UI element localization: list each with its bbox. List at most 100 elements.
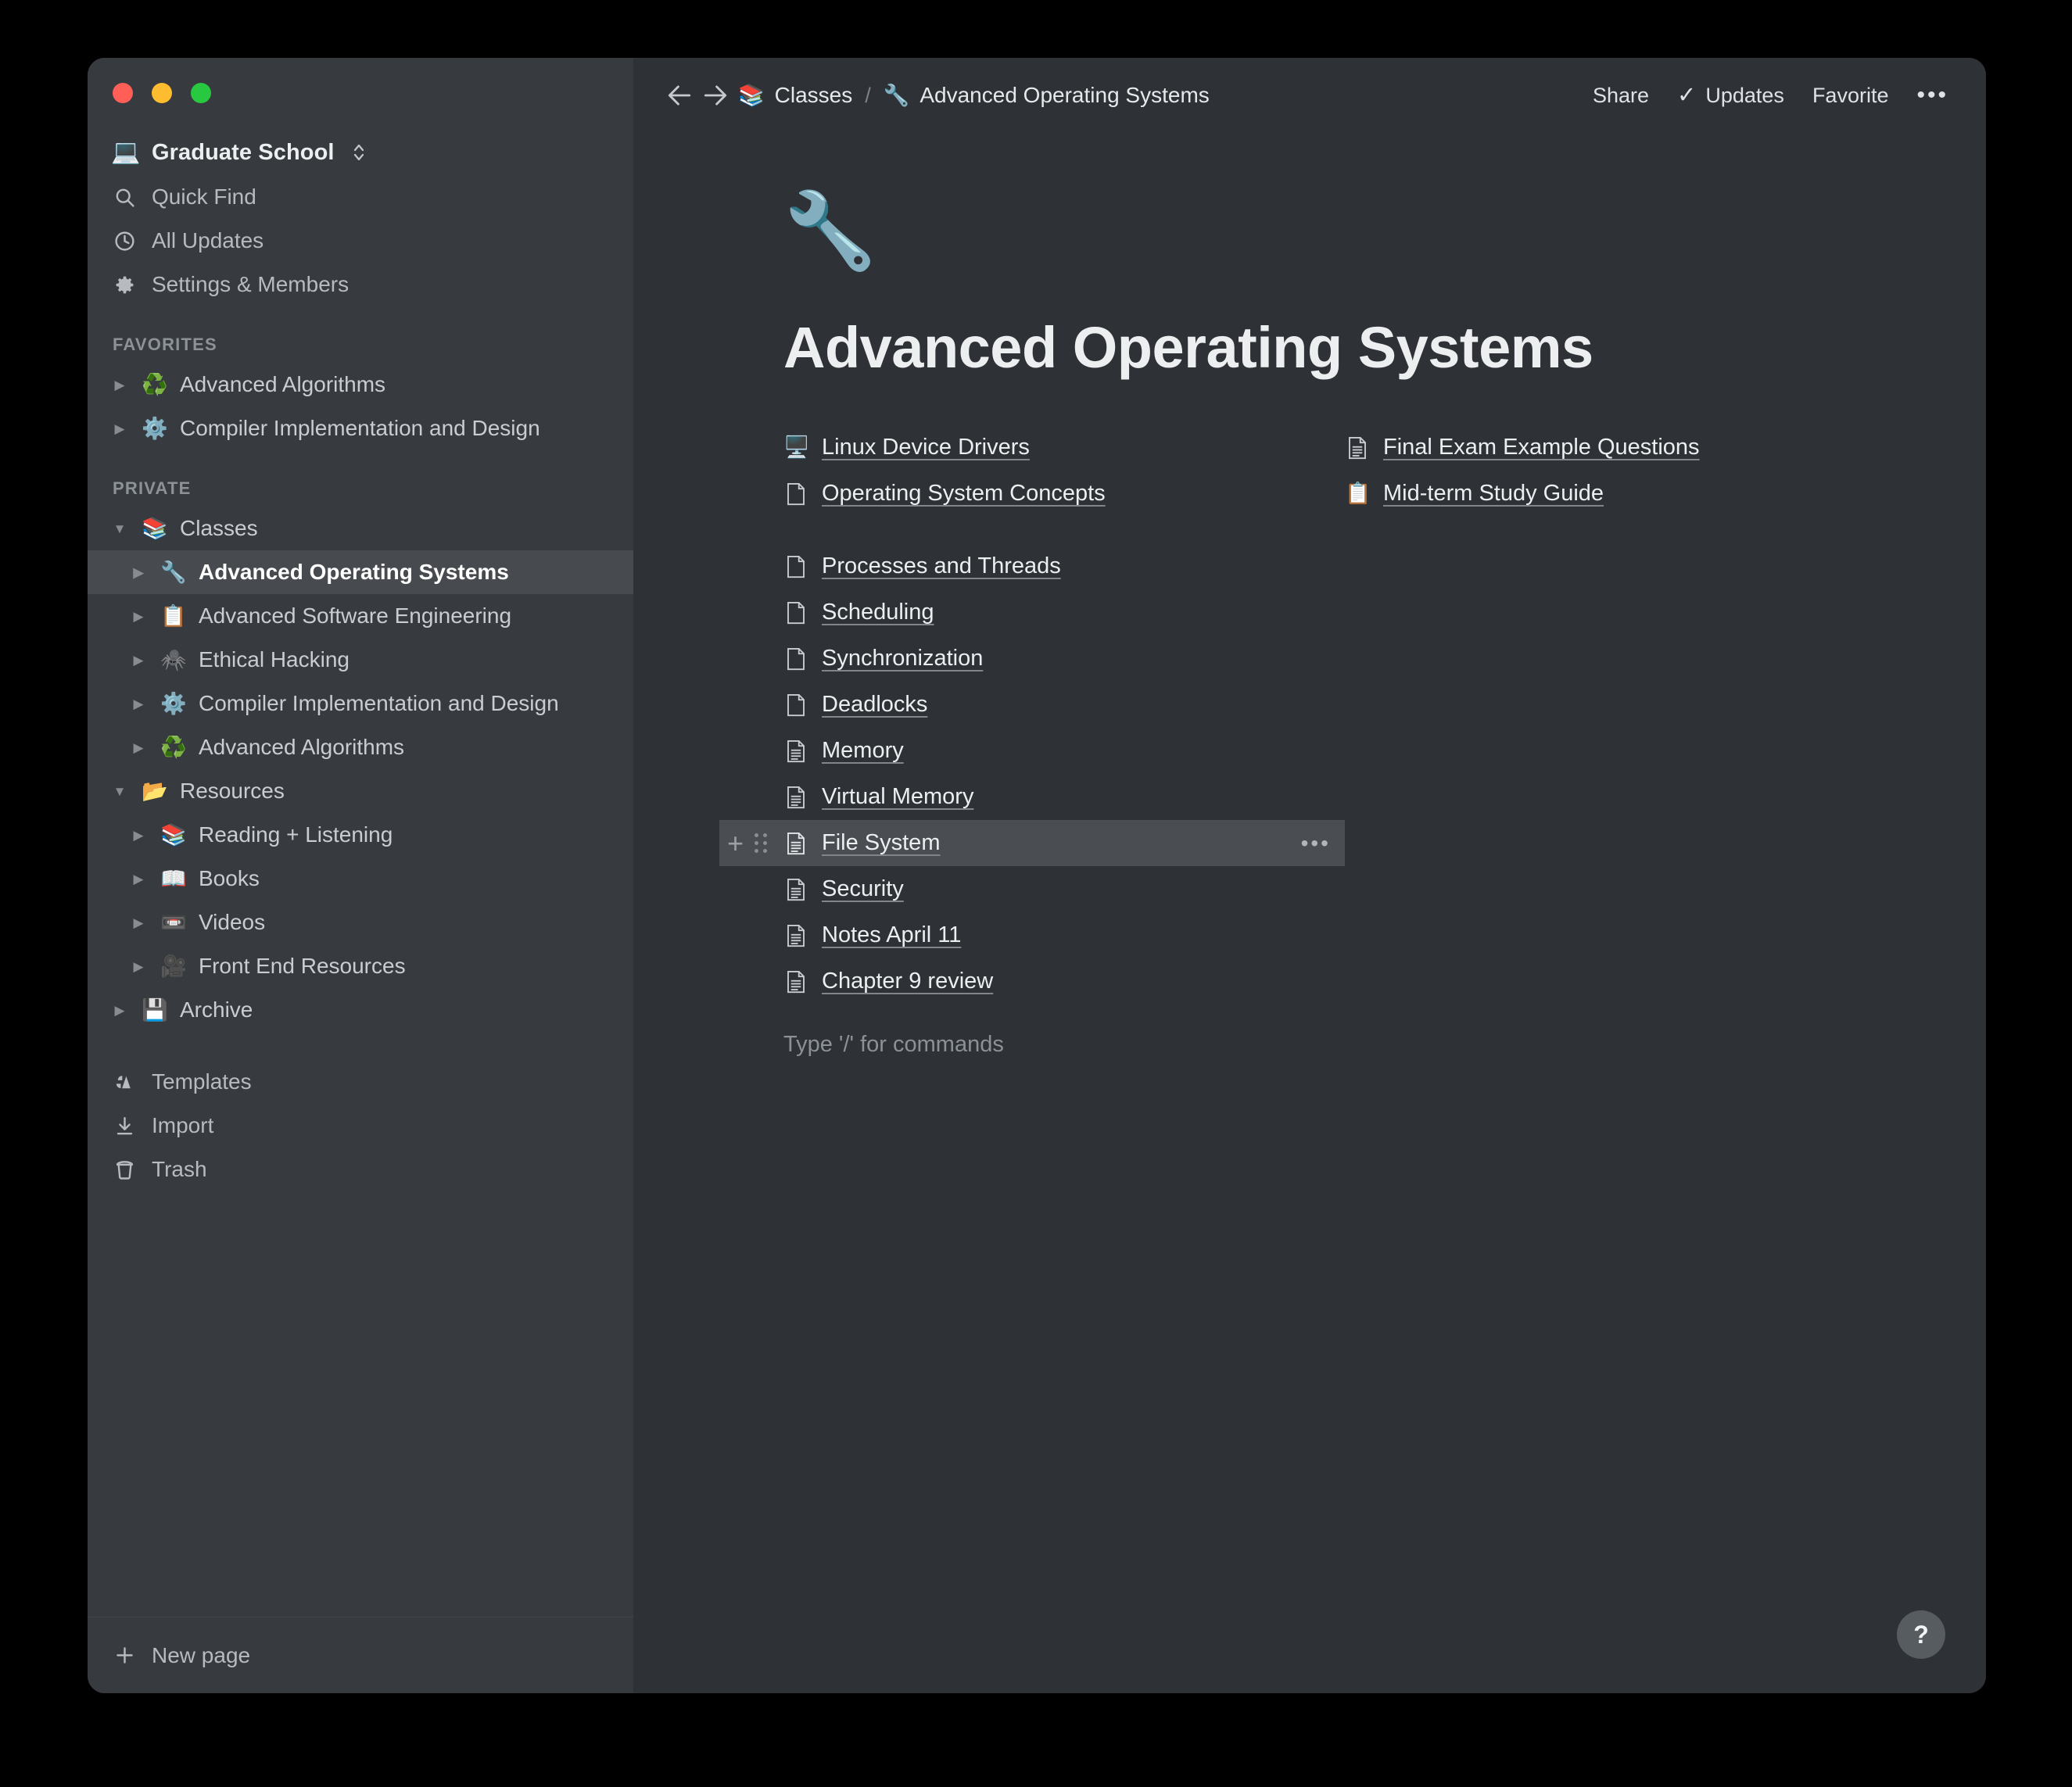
sidebar-item-import[interactable]: Import bbox=[88, 1104, 633, 1148]
chevron-right-icon[interactable]: ▶ bbox=[128, 872, 149, 886]
ellipsis-icon[interactable]: ••• bbox=[1301, 831, 1345, 856]
page-link-label: File System bbox=[822, 830, 941, 855]
page-lined-icon bbox=[783, 832, 808, 855]
sidebar-item-label: Import bbox=[152, 1113, 214, 1137]
chevron-down-icon[interactable]: ▼ bbox=[109, 785, 130, 798]
page-link-synchronization[interactable]: Synchronization bbox=[783, 636, 1345, 682]
sidebar-item-ethical-hacking[interactable]: ▶ 🕷️ Ethical Hacking bbox=[88, 638, 633, 682]
share-button[interactable]: Share bbox=[1593, 84, 1649, 108]
books-icon: 📚 bbox=[160, 822, 187, 847]
spacer-row bbox=[783, 517, 1345, 543]
sidebar-item-compiler-implementation-and-design[interactable]: ▶ ⚙️ Compiler Implementation and Design bbox=[88, 682, 633, 725]
page-lined-icon bbox=[783, 924, 808, 947]
workspace-switcher[interactable]: 💻 Graduate School bbox=[88, 130, 633, 175]
page-link-file-system[interactable]: File System ••• bbox=[719, 820, 1345, 866]
drag-handle-icon[interactable] bbox=[755, 833, 768, 853]
arrow-right-icon[interactable] bbox=[697, 77, 733, 113]
page-link-linux-device-drivers[interactable]: 🖥️ Linux Device Drivers bbox=[783, 424, 1345, 471]
chevron-right-icon[interactable]: ▶ bbox=[109, 378, 130, 392]
sidebar-item-quick-find[interactable]: Quick Find bbox=[88, 175, 633, 219]
page-link-label: Security bbox=[822, 876, 904, 901]
chevron-right-icon[interactable]: ▶ bbox=[128, 654, 149, 667]
help-button[interactable]: ? bbox=[1897, 1610, 1945, 1659]
gear-emoji-icon: ⚙️ bbox=[160, 691, 187, 715]
sidebar-item-all-updates[interactable]: All Updates bbox=[88, 219, 633, 263]
chevron-right-icon[interactable]: ▶ bbox=[128, 566, 149, 579]
sidebar-item-label: Advanced Software Engineering bbox=[199, 603, 512, 628]
sidebar-favorite-advanced-algorithms[interactable]: ▶ ♻️ Advanced Algorithms bbox=[88, 363, 633, 406]
page-link-mid-term-study-guide[interactable]: 📋 Mid-term Study Guide bbox=[1345, 471, 1845, 517]
trash-icon bbox=[111, 1156, 138, 1183]
new-page-button[interactable]: New page bbox=[88, 1617, 633, 1693]
breadcrumb-classes[interactable]: 📚 Classes bbox=[738, 83, 852, 108]
wrench-icon[interactable]: 🔧 bbox=[783, 194, 1845, 269]
clipboard-icon: 📋 bbox=[160, 603, 187, 628]
sidebar-item-label: Templates bbox=[152, 1069, 252, 1094]
page-link-scheduling[interactable]: Scheduling bbox=[783, 589, 1345, 636]
page-link-deadlocks[interactable]: Deadlocks bbox=[783, 682, 1345, 728]
sidebar-item-templates[interactable]: Templates bbox=[88, 1060, 633, 1104]
chevron-right-icon[interactable]: ▶ bbox=[109, 422, 130, 435]
editor-placeholder[interactable]: Type '/' for commands bbox=[783, 1025, 1345, 1064]
page-body: 🔧 Advanced Operating Systems 🖥️ Linux De… bbox=[633, 133, 1986, 1693]
chevron-right-icon[interactable]: ▶ bbox=[128, 829, 149, 842]
sidebar-item-resources[interactable]: ▼ 📂 Resources bbox=[88, 769, 633, 813]
page-link-label: Deadlocks bbox=[822, 692, 928, 717]
breadcrumb-separator: / bbox=[865, 83, 871, 107]
page-link-memory[interactable]: Memory bbox=[783, 728, 1345, 774]
sidebar-item-label: Books bbox=[199, 866, 260, 890]
page-link-final-exam-example-questions[interactable]: Final Exam Example Questions bbox=[1345, 424, 1845, 471]
sidebar-item-advanced-algorithms[interactable]: ▶ ♻️ Advanced Algorithms bbox=[88, 725, 633, 769]
favorite-label: Favorite bbox=[1812, 83, 1889, 107]
gear-emoji-icon: ⚙️ bbox=[142, 416, 168, 440]
sidebar-item-advanced-operating-systems[interactable]: ▶ 🔧 Advanced Operating Systems bbox=[88, 550, 633, 594]
chevron-right-icon[interactable]: ▶ bbox=[128, 697, 149, 711]
more-options-icon[interactable]: ••• bbox=[1916, 82, 1948, 109]
page-blank-icon bbox=[783, 693, 808, 717]
chevron-right-icon[interactable]: ▶ bbox=[128, 610, 149, 623]
breadcrumb-advanced-operating-systems[interactable]: 🔧 Advanced Operating Systems bbox=[884, 83, 1210, 108]
sidebar-scroll-area[interactable]: 💻 Graduate School Quick Find All Updates… bbox=[88, 58, 633, 1617]
sidebar-item-videos[interactable]: ▶ 📼 Videos bbox=[88, 901, 633, 944]
sidebar-item-front-end-resources[interactable]: ▶ 🎥 Front End Resources bbox=[88, 944, 633, 988]
sidebar-item-label: All Updates bbox=[152, 228, 264, 252]
sidebar-item-books[interactable]: ▶ 📖 Books bbox=[88, 857, 633, 901]
sidebar-favorite-compiler-implementation-and-design[interactable]: ▶ ⚙️ Compiler Implementation and Design bbox=[88, 406, 633, 450]
page-lined-icon bbox=[783, 970, 808, 994]
arrow-left-icon[interactable] bbox=[661, 77, 697, 113]
page-link-virtual-memory[interactable]: Virtual Memory bbox=[783, 774, 1345, 820]
sidebar-item-archive[interactable]: ▶ 💾 Archive bbox=[88, 988, 633, 1032]
sidebar-item-label: Settings & Members bbox=[152, 272, 350, 296]
wrench-icon: 🔧 bbox=[160, 560, 187, 584]
left-column: 🖥️ Linux Device Drivers Operating System… bbox=[719, 424, 1345, 1064]
page-title[interactable]: Advanced Operating Systems bbox=[783, 314, 1845, 381]
favorite-button[interactable]: Favorite bbox=[1812, 84, 1889, 108]
sidebar-item-reading-listening[interactable]: ▶ 📚 Reading + Listening bbox=[88, 813, 633, 857]
page-inner: 🔧 Advanced Operating Systems 🖥️ Linux De… bbox=[633, 194, 1986, 1064]
page-link-security[interactable]: Security bbox=[783, 866, 1345, 912]
main-content: 📚 Classes / 🔧 Advanced Operating Systems… bbox=[633, 58, 1986, 1693]
chevron-down-icon[interactable]: ▼ bbox=[109, 522, 130, 535]
minimize-window-button[interactable] bbox=[152, 83, 172, 103]
sidebar-item-trash[interactable]: Trash bbox=[88, 1148, 633, 1191]
close-window-button[interactable] bbox=[113, 83, 133, 103]
page-link-notes-april-11[interactable]: Notes April 11 bbox=[783, 912, 1345, 958]
chevron-right-icon[interactable]: ▶ bbox=[128, 741, 149, 754]
floppy-disk-icon: 💾 bbox=[142, 997, 168, 1022]
page-link-operating-system-concepts[interactable]: Operating System Concepts bbox=[783, 471, 1345, 517]
chevron-right-icon[interactable]: ▶ bbox=[128, 960, 149, 973]
updates-button[interactable]: ✓ Updates bbox=[1677, 84, 1784, 108]
maximize-window-button[interactable] bbox=[191, 83, 211, 103]
top-toolbar: 📚 Classes / 🔧 Advanced Operating Systems… bbox=[633, 58, 1986, 133]
laptop-icon: 💻 bbox=[111, 139, 141, 165]
sidebar-item-advanced-software-engineering[interactable]: ▶ 📋 Advanced Software Engineering bbox=[88, 594, 633, 638]
sidebar-item-label: Resources bbox=[180, 779, 285, 803]
sidebar-item-classes[interactable]: ▼ 📚 Classes bbox=[88, 507, 633, 550]
page-link-label: Linux Device Drivers bbox=[822, 435, 1030, 460]
plus-icon[interactable]: + bbox=[727, 829, 744, 858]
chevron-right-icon[interactable]: ▶ bbox=[109, 1004, 130, 1017]
sidebar-item-settings-members[interactable]: Settings & Members bbox=[88, 263, 633, 306]
page-link-chapter-9-review[interactable]: Chapter 9 review bbox=[783, 958, 1345, 1005]
page-link-processes-and-threads[interactable]: Processes and Threads bbox=[783, 543, 1345, 589]
chevron-right-icon[interactable]: ▶ bbox=[128, 916, 149, 929]
